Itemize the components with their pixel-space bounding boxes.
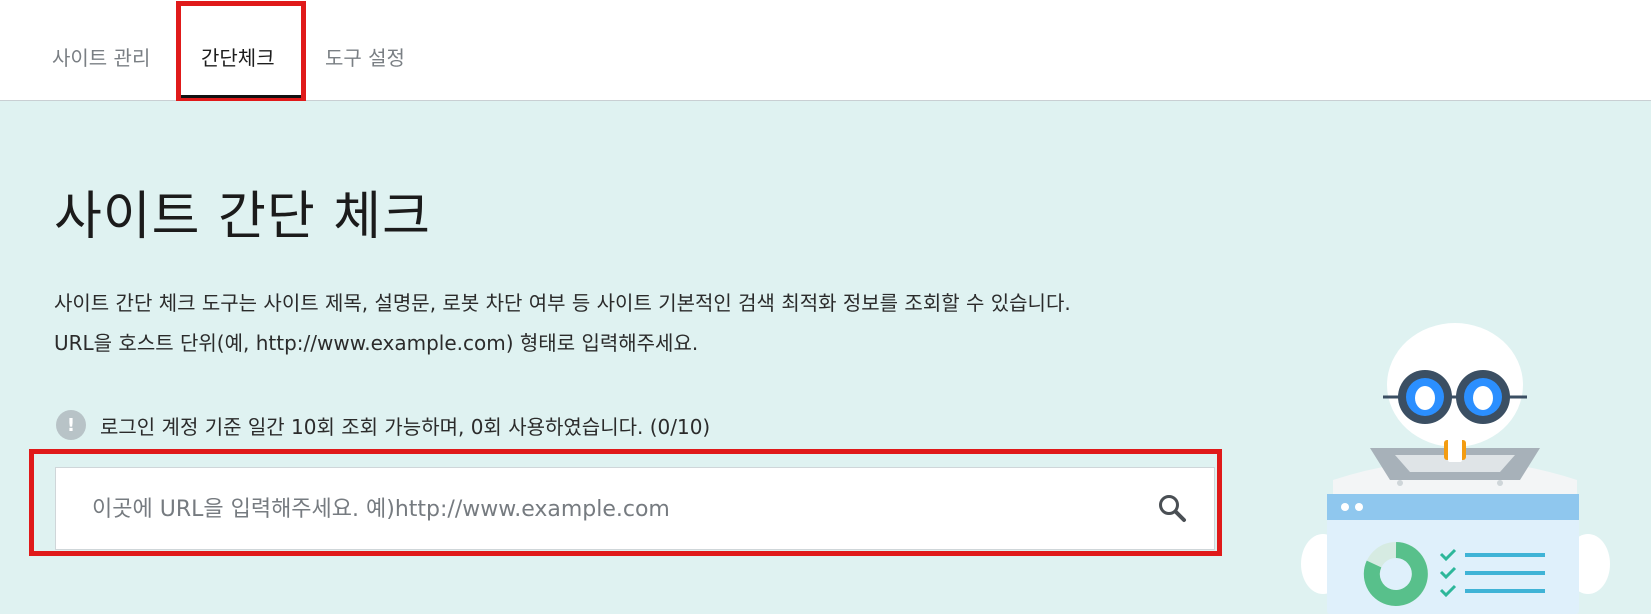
usage-notice: ! 로그인 계정 기준 일간 10회 조회 가능하며, 0회 사용하였습니다. … [56, 410, 710, 440]
exclamation-icon: ! [56, 410, 86, 440]
search-icon[interactable] [1156, 492, 1190, 526]
active-tab-indicator [181, 95, 301, 99]
url-input[interactable] [90, 468, 1124, 551]
description-line-1: 사이트 간단 체크 도구는 사이트 제목, 설명문, 로봇 차단 여부 등 사이… [54, 291, 1071, 315]
url-search-box [55, 467, 1215, 551]
usage-notice-text: 로그인 계정 기준 일간 10회 조회 가능하며, 0회 사용하였습니다. (0… [100, 414, 711, 439]
robot-illustration [1301, 323, 1610, 614]
page-title: 사이트 간단 체크 [54, 187, 431, 247]
top-navigation: 사이트 관리 간단체크 도구 설정 [0, 0, 1651, 101]
tab-site-management[interactable]: 사이트 관리 [52, 42, 150, 71]
description-line-2: URL을 호스트 단위(예, http://www.example.com) 형… [54, 331, 699, 355]
tab-tool-settings[interactable]: 도구 설정 [325, 42, 405, 71]
tab-simple-check[interactable]: 간단체크 [201, 42, 275, 71]
